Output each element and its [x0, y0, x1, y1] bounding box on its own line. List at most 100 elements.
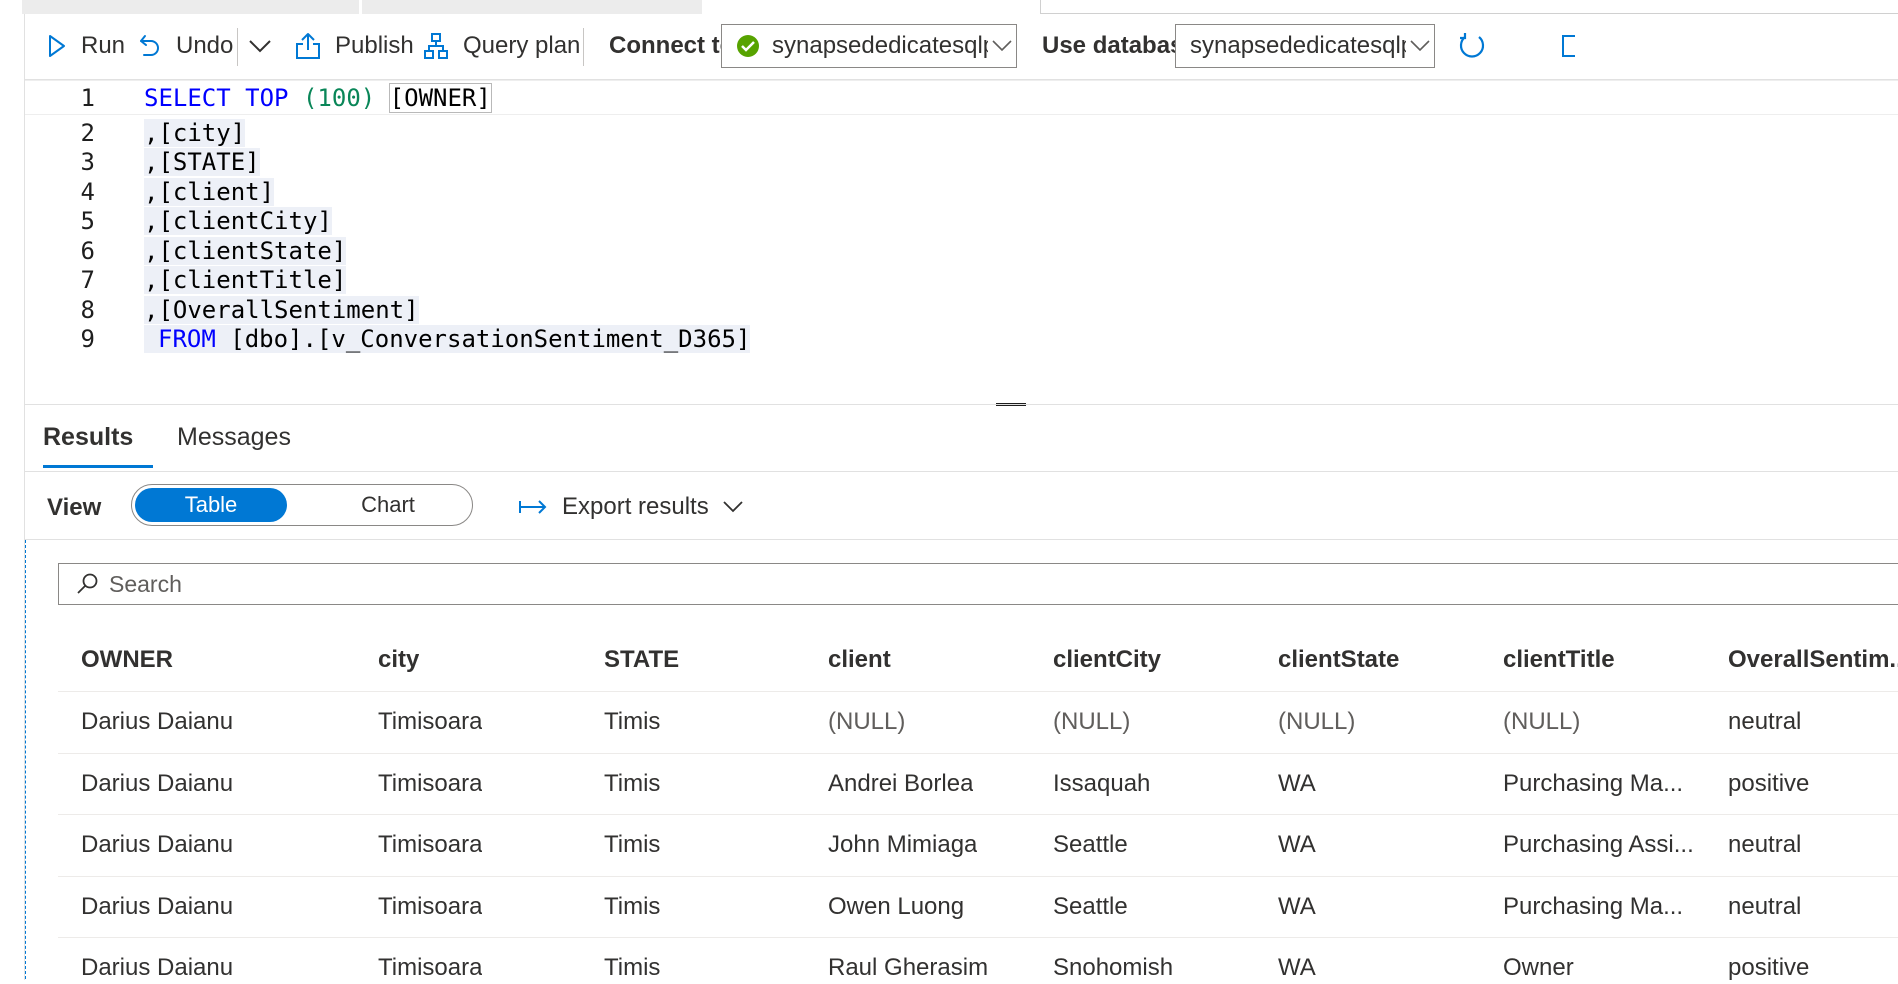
- export-results-button[interactable]: Export results: [518, 492, 743, 522]
- connect-to-label: Connect to: [609, 32, 735, 59]
- code-text: ,[clientState]: [144, 236, 347, 265]
- cell-client: Raul Gherasim: [828, 954, 989, 982]
- undo-icon: [140, 35, 159, 56]
- table-row[interactable]: Darius Daianu Timisoara Timis John Mimiaga S…: [58, 815, 1898, 877]
- line-number: 6: [80, 236, 95, 265]
- cell-clientcity: Issaquah: [1053, 769, 1151, 797]
- cell-city: Timisoara: [378, 708, 483, 736]
- chevron-down-icon: [249, 40, 271, 53]
- tab-background: [362, 0, 702, 14]
- results-tabs: Results Messages: [25, 405, 1898, 472]
- toolbar-divider: [237, 28, 238, 66]
- use-database-dropdown[interactable]: synapsededicatesqlpool: [1175, 24, 1435, 68]
- cell-city: Timisoara: [378, 831, 483, 859]
- focus-border: [25, 540, 26, 984]
- export-arrow-icon: [519, 500, 547, 514]
- tab-messages[interactable]: Messages: [177, 423, 291, 452]
- table-row[interactable]: Darius Daianu Timisoara Timis Raul Gherasim…: [58, 938, 1898, 984]
- search-icon: [75, 572, 99, 596]
- cell-state: Timis: [604, 954, 661, 982]
- export-results-label: Export results: [562, 493, 709, 520]
- code-text: ,[clientTitle]: [144, 265, 347, 294]
- tab-background: [1040, 0, 1898, 14]
- query-plan-button[interactable]: Query plan: [423, 28, 580, 64]
- connect-to-value: synapsededicatesqlpool: [772, 32, 988, 59]
- editor-line: 9 FROM [dbo].[v_ConversationSentiment_D3…: [25, 321, 1898, 356]
- column-header-clientstate[interactable]: clientState: [1278, 628, 1399, 691]
- column-header-owner[interactable]: OWNER: [81, 628, 173, 691]
- line-number: 2: [80, 118, 95, 147]
- cell-state: Timis: [604, 831, 661, 859]
- connect-to-dropdown[interactable]: synapsededicatesqlpool: [721, 24, 1017, 68]
- cell-clientstate: WA: [1278, 769, 1316, 797]
- cell-clientstate: WA: [1278, 831, 1316, 859]
- line-number: 5: [80, 206, 95, 235]
- search-input[interactable]: [109, 570, 709, 598]
- undo-button[interactable]: Undo: [138, 28, 233, 64]
- line-number: 1: [80, 83, 95, 112]
- table-row[interactable]: Darius Daianu Timisoara Timis Owen Luong Sea…: [58, 877, 1898, 938]
- cell-owner: Darius Daianu: [81, 769, 234, 797]
- cell-clienttitle: Purchasing Ma...: [1503, 892, 1684, 920]
- active-tab-indicator: [43, 465, 153, 468]
- column-header-city[interactable]: city: [378, 628, 419, 691]
- cell-clientstate: WA: [1278, 954, 1316, 982]
- column-header-clienttitle[interactable]: clientTitle: [1503, 628, 1615, 691]
- use-database-value: synapsededicatesqlpool: [1190, 32, 1406, 59]
- cell-city: Timisoara: [378, 769, 483, 797]
- refresh-icon: [1459, 33, 1485, 58]
- undo-dropdown-button[interactable]: [248, 28, 286, 64]
- cell-state: Timis: [604, 892, 661, 920]
- cell-city: Timisoara: [378, 954, 483, 982]
- properties-icon: [1562, 35, 1575, 57]
- cell-clientcity: Seattle: [1053, 892, 1128, 920]
- cell-clientcity: Seattle: [1053, 831, 1128, 859]
- play-icon: [49, 35, 65, 57]
- view-table-option[interactable]: Table: [135, 488, 287, 522]
- cell-clienttitle: (NULL): [1503, 708, 1581, 736]
- publish-label: Publish: [335, 32, 414, 59]
- undo-label: Undo: [176, 32, 234, 59]
- table-row[interactable]: Darius Daianu Timisoara Timis Andrei Borlea…: [58, 754, 1898, 815]
- publish-button[interactable]: Publish: [295, 28, 414, 64]
- editor-line: 1 SELECT TOP (100) [OWNER]: [25, 80, 1898, 115]
- cell-clientcity: (NULL): [1053, 708, 1131, 736]
- table-header-row: OWNER city STATE client clientCity clien…: [58, 628, 1898, 692]
- view-chart-option[interactable]: Chart: [312, 488, 464, 522]
- cell-overallsentiment: neutral: [1728, 892, 1802, 920]
- cell-client: John Mimiaga: [828, 831, 978, 859]
- viewport-edge: [0, 980, 1898, 984]
- cell-clientcity: Snohomish: [1053, 954, 1174, 982]
- tab-results[interactable]: Results: [43, 423, 133, 452]
- code-text: FROM [dbo].[v_ConversationSentiment_D365…: [144, 324, 751, 353]
- column-header-client[interactable]: client: [828, 628, 891, 691]
- cell-owner: Darius Daianu: [81, 831, 234, 859]
- cell-client: Andrei Borlea: [828, 769, 974, 797]
- sql-editor[interactable]: 1 SELECT TOP (100) [OWNER] 2 ,[city] 3 ,…: [25, 80, 1898, 402]
- more-button[interactable]: [1561, 28, 1589, 64]
- view-toggle: Table Chart: [131, 484, 473, 526]
- code-text: SELECT TOP (100) [OWNER]: [144, 82, 492, 113]
- tab-strip: [0, 0, 1898, 14]
- line-number: 3: [80, 147, 95, 176]
- chevron-down-icon: [988, 40, 1016, 52]
- check-circle-icon: [737, 35, 759, 57]
- column-header-state[interactable]: STATE: [604, 628, 679, 691]
- publish-icon: [296, 33, 320, 59]
- tab-background: [22, 0, 359, 14]
- table-row[interactable]: Darius Daianu Timisoara Timis (NULL) (NULL) (…: [58, 692, 1898, 754]
- run-label: Run: [81, 32, 126, 59]
- view-bar: View Table Chart Export results: [25, 472, 1898, 540]
- column-header-overallsentiment[interactable]: OverallSentim...: [1728, 628, 1898, 691]
- refresh-button[interactable]: [1457, 28, 1501, 64]
- line-number: 8: [80, 295, 95, 324]
- results-search: [58, 563, 1898, 605]
- toolbar-divider: [583, 28, 584, 66]
- cell-owner: Darius Daianu: [81, 892, 234, 920]
- code-text: ,[client]: [144, 177, 275, 206]
- line-number: 9: [80, 324, 95, 353]
- cell-overallsentiment: neutral: [1728, 708, 1802, 736]
- cell-clienttitle: Owner: [1503, 954, 1574, 982]
- column-header-clientcity[interactable]: clientCity: [1053, 628, 1161, 691]
- run-button[interactable]: Run: [47, 28, 125, 64]
